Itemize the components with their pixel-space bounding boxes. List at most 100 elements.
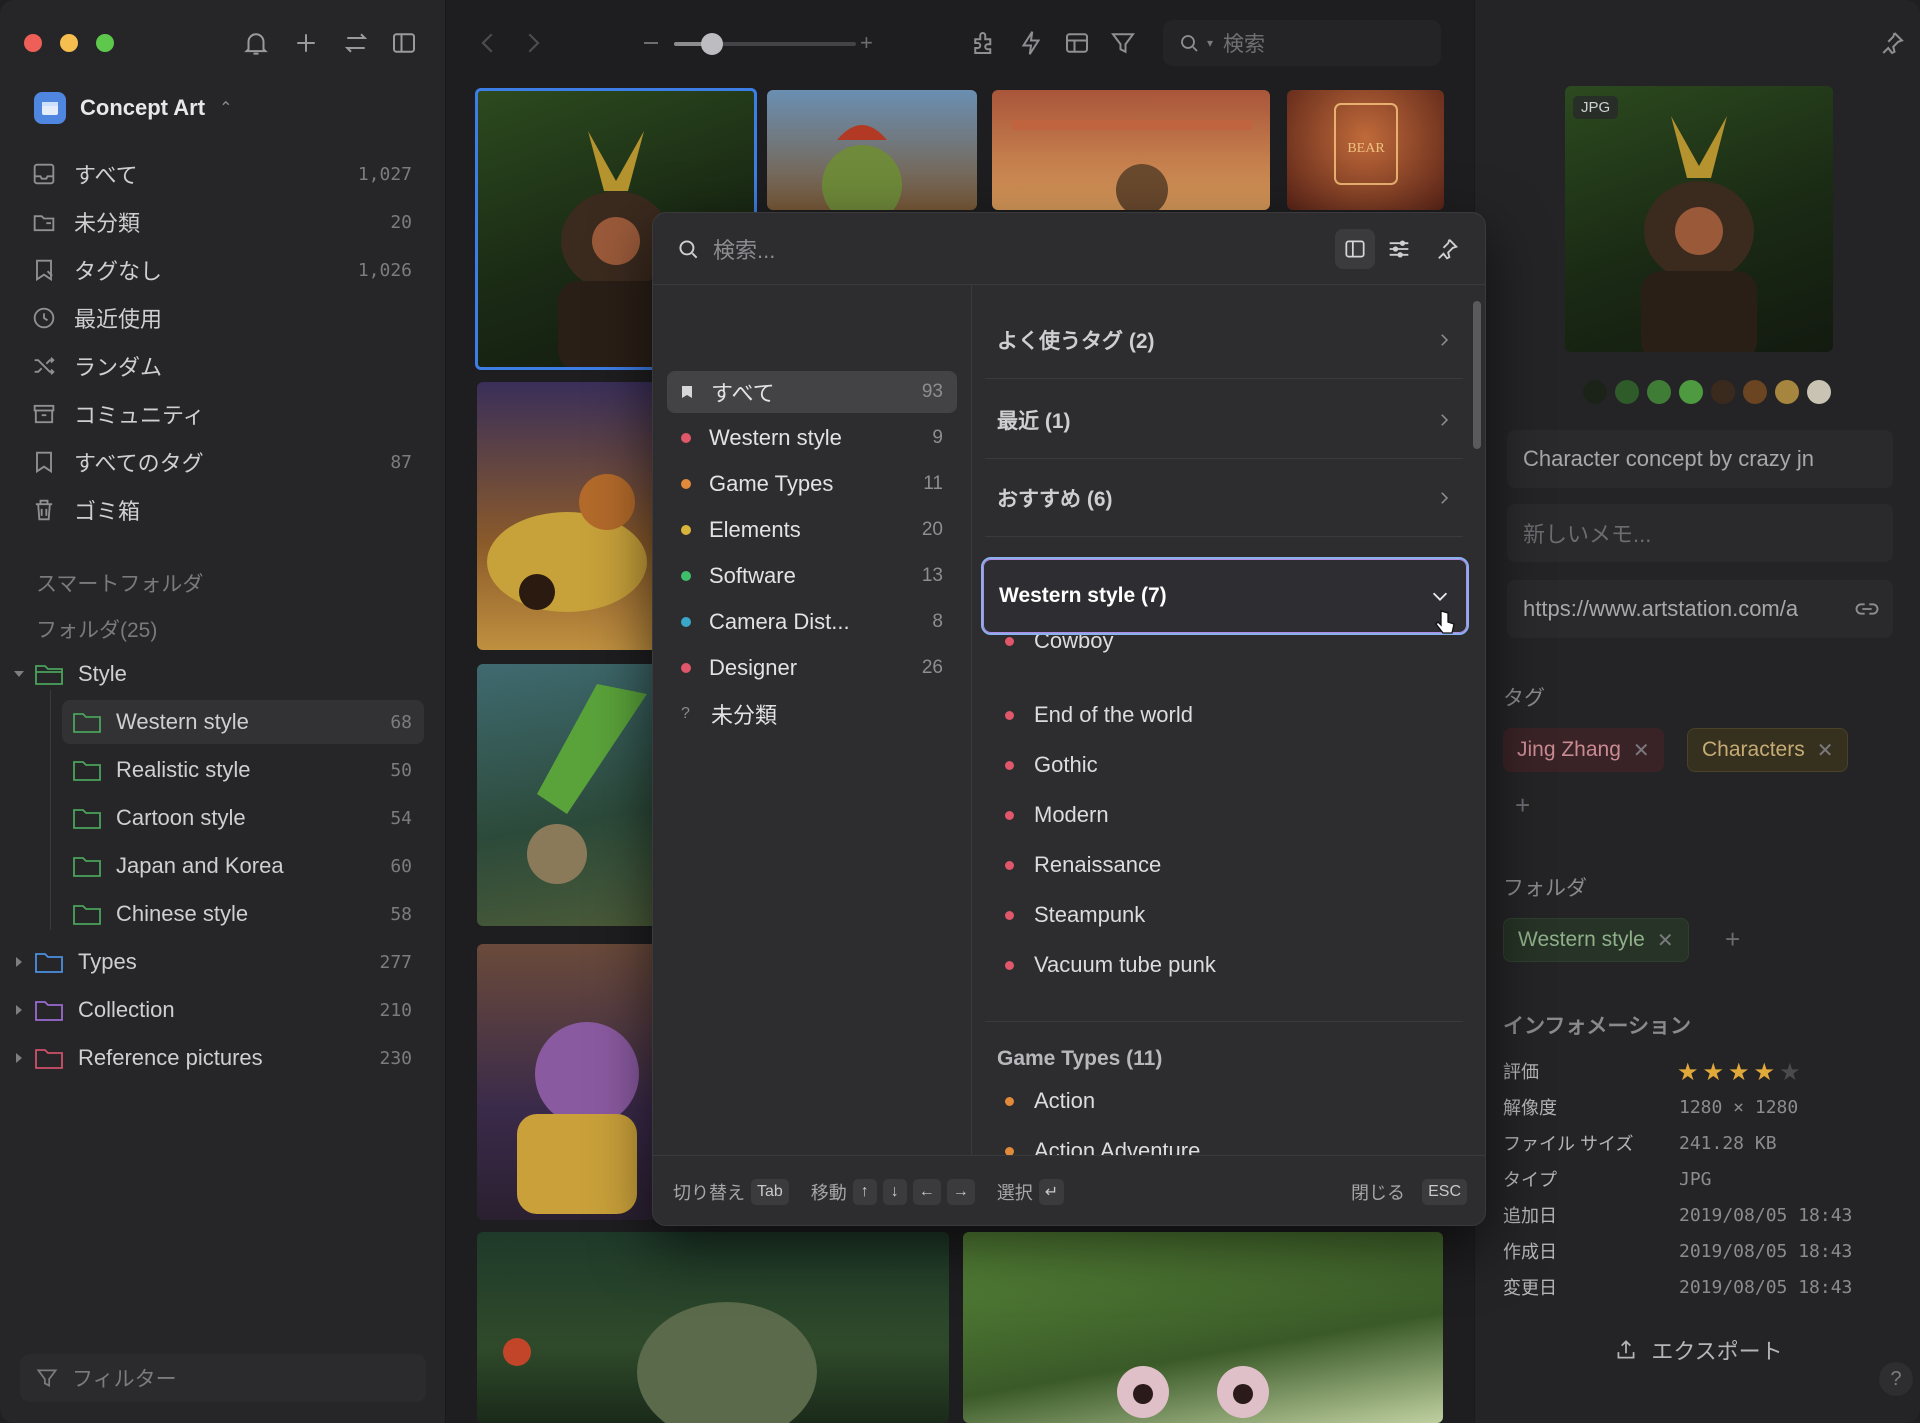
swap-icon[interactable] <box>341 28 371 58</box>
sidebar-toggle-icon[interactable] <box>389 28 419 58</box>
zoom-slider-handle[interactable] <box>701 33 723 55</box>
caret-right-icon[interactable] <box>12 955 26 969</box>
color-swatch[interactable] <box>1679 380 1703 404</box>
tag-group-game-types-title[interactable]: Game Types (11) <box>997 1047 1162 1071</box>
tag-category-7[interactable]: Designer 26 <box>667 647 957 689</box>
folder-types[interactable]: Types 277 <box>12 940 424 984</box>
folder-reference-pictures[interactable]: Reference pictures 230 <box>12 1036 424 1080</box>
pin-icon[interactable] <box>1877 28 1907 58</box>
toolbar-search[interactable]: ▾ 検索 <box>1163 20 1441 66</box>
tag-category-1[interactable]: すべて 93 <box>667 371 957 413</box>
sidebar-item-8[interactable]: ゴミ箱 <box>30 488 420 532</box>
tag-item-end-of-the-world[interactable]: End of the world <box>1005 693 1193 737</box>
color-swatch[interactable] <box>1615 380 1639 404</box>
star-icon[interactable]: ★ <box>1728 1058 1750 1087</box>
tag-item-gothic[interactable]: Gothic <box>1005 743 1098 787</box>
folders-title[interactable]: フォルダ(25) <box>36 614 157 644</box>
tag-category-6[interactable]: Camera Dist... 8 <box>667 601 957 643</box>
tag-item-vacuum-tube-punk[interactable]: Vacuum tube punk <box>1005 943 1216 987</box>
folder-chip-western-style[interactable]: Western style ✕ <box>1503 918 1689 962</box>
thumbnail-car[interactable] <box>477 382 657 650</box>
tag-item-action[interactable]: Action <box>1005 1079 1095 1123</box>
sidebar-item-6[interactable]: コミュニティ <box>30 392 420 436</box>
tag-chip-jing-zhang[interactable]: Jing Zhang ✕ <box>1503 728 1664 772</box>
color-swatch[interactable] <box>1647 380 1671 404</box>
sliders-icon[interactable] <box>1385 235 1413 263</box>
thumbnail-bear-sign[interactable]: BEAR <box>1287 90 1444 210</box>
remove-folder-icon[interactable]: ✕ <box>1657 928 1674 953</box>
back-arrow-icon[interactable] <box>473 28 503 58</box>
library-switcher[interactable]: Concept Art ⌃ <box>34 90 232 126</box>
thumbnail-street[interactable] <box>992 90 1270 210</box>
minimize-window-button[interactable] <box>60 34 78 52</box>
folder-chinese-style[interactable]: Chinese style 58 <box>62 892 424 936</box>
color-swatch[interactable] <box>1711 380 1735 404</box>
url-field[interactable]: https://www.artstation.com/a <box>1507 580 1893 638</box>
zoom-slider[interactable]: + <box>640 30 900 56</box>
thumbnail-thanos[interactable] <box>477 944 657 1220</box>
link-icon[interactable] <box>1853 595 1881 623</box>
color-swatch[interactable] <box>1743 380 1767 404</box>
caret-down-icon[interactable] <box>12 667 26 681</box>
pin-icon[interactable] <box>1433 235 1461 263</box>
plugin-puzzle-icon[interactable] <box>969 28 999 58</box>
zoom-window-button[interactable] <box>96 34 114 52</box>
tag-category-3[interactable]: Game Types 11 <box>667 463 957 505</box>
folder-cartoon-style[interactable]: Cartoon style 54 <box>62 796 424 840</box>
note-title-field[interactable]: Character concept by crazy jn <box>1507 430 1893 488</box>
tag-search-bar[interactable]: 検索... <box>653 213 1485 285</box>
bell-icon[interactable] <box>241 28 271 58</box>
tag-category-4[interactable]: Elements 20 <box>667 509 957 551</box>
tag-group-1[interactable]: よく使うタグ (2) <box>985 301 1463 379</box>
export-button[interactable]: エクスポート <box>1503 1328 1893 1372</box>
tag-item-steampunk[interactable]: Steampunk <box>1005 893 1145 937</box>
folder-japan-and-korea[interactable]: Japan and Korea 60 <box>62 844 424 888</box>
color-swatch[interactable] <box>1807 380 1831 404</box>
tag-item-renaissance[interactable]: Renaissance <box>1005 843 1161 887</box>
smart-folders-title[interactable]: スマートフォルダ <box>36 568 203 598</box>
add-tag-icon[interactable]: + <box>1515 790 1530 821</box>
memo-field[interactable]: 新しいメモ... <box>1507 504 1893 562</box>
tag-category-2[interactable]: Western style 9 <box>667 417 957 459</box>
sidebar-item-5[interactable]: ランダム <box>30 344 420 388</box>
star-icon[interactable]: ★ <box>1779 1058 1801 1087</box>
color-swatch[interactable] <box>1775 380 1799 404</box>
sidebar-item-3[interactable]: タグなし 1,026 <box>30 248 420 292</box>
thumbnail-forest-golem[interactable] <box>477 1232 949 1423</box>
tag-group-western-style-expanded[interactable]: Western style (7) <box>981 557 1469 635</box>
tag-chip-characters[interactable]: Characters ✕ <box>1687 728 1849 772</box>
forward-arrow-icon[interactable] <box>518 28 548 58</box>
help-icon[interactable]: ? <box>1879 1362 1913 1396</box>
add-folder-icon[interactable]: + <box>1725 924 1740 955</box>
star-icon[interactable]: ★ <box>1677 1058 1699 1087</box>
caret-right-icon[interactable] <box>12 1051 26 1065</box>
folder-realistic-style[interactable]: Realistic style 50 <box>62 748 424 792</box>
sidebar-layout-icon[interactable] <box>1335 229 1375 269</box>
sidebar-item-7[interactable]: すべてのタグ 87 <box>30 440 420 484</box>
tag-item-action-adventure[interactable]: Action Adventure <box>1005 1129 1200 1155</box>
close-window-button[interactable] <box>24 34 42 52</box>
folder-western-style[interactable]: Western style 68 <box>62 700 424 744</box>
folder-style[interactable]: Style <box>12 652 424 696</box>
caret-right-icon[interactable] <box>12 1003 26 1017</box>
star-rating[interactable]: ★ ★ ★ ★ ★ <box>1677 1058 1801 1087</box>
lightning-icon[interactable] <box>1016 28 1046 58</box>
tag-category-8[interactable]: ? 未分類 <box>667 693 957 735</box>
layout-icon[interactable] <box>1062 28 1092 58</box>
thumbnail-leaf-warrior[interactable] <box>477 664 657 926</box>
sidebar-item-1[interactable]: すべて 1,027 <box>30 152 420 196</box>
remove-tag-icon[interactable]: ✕ <box>1633 738 1650 763</box>
tag-category-5[interactable]: Software 13 <box>667 555 957 597</box>
star-icon[interactable]: ★ <box>1703 1058 1725 1087</box>
tag-item-modern[interactable]: Modern <box>1005 793 1109 837</box>
color-swatch[interactable] <box>1583 380 1607 404</box>
preview-image[interactable]: JPG <box>1565 86 1833 352</box>
tag-group-2[interactable]: 最近 (1) <box>985 381 1463 459</box>
sidebar-item-2[interactable]: 未分類 20 <box>30 200 420 244</box>
filter-funnel-icon[interactable] <box>1108 28 1138 58</box>
plus-icon[interactable] <box>291 28 321 58</box>
folder-collection[interactable]: Collection 210 <box>12 988 424 1032</box>
thumbnail-orc[interactable] <box>767 90 977 210</box>
star-icon[interactable]: ★ <box>1754 1058 1776 1087</box>
remove-tag-icon[interactable]: ✕ <box>1817 738 1834 763</box>
